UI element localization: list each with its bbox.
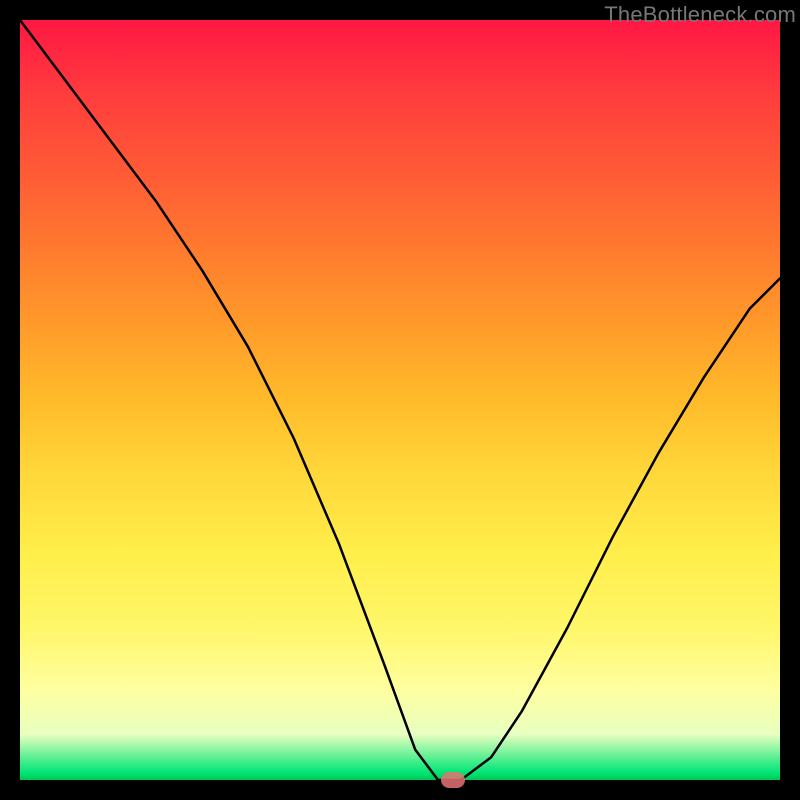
curve-layer [20, 20, 780, 780]
watermark-text: TheBottleneck.com [604, 2, 796, 28]
bottleneck-curve [20, 20, 780, 780]
plot-area [20, 20, 780, 780]
optimal-marker [441, 772, 465, 788]
